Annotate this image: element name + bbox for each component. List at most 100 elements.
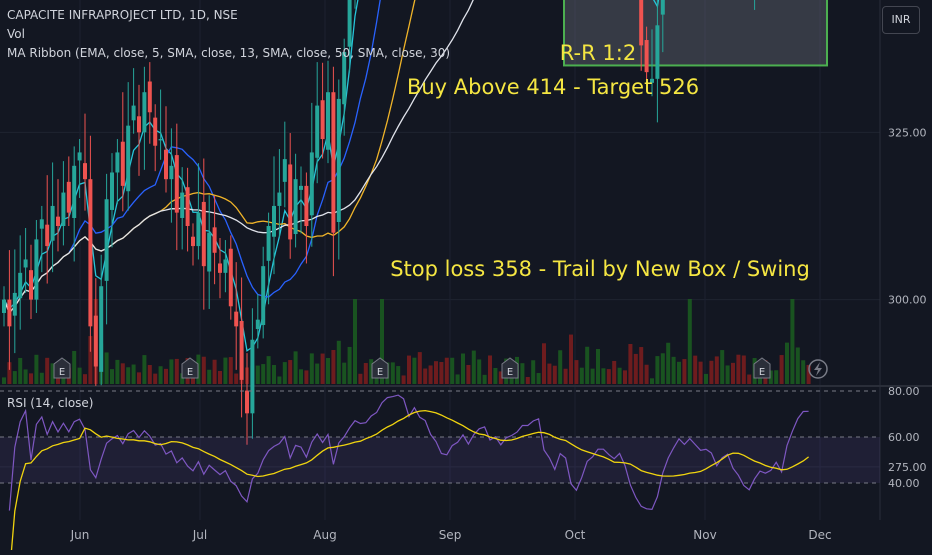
volume-bar <box>299 369 303 384</box>
volume-bar <box>266 356 271 384</box>
flash-bolt <box>814 362 822 376</box>
candle-body <box>115 152 120 173</box>
candle <box>234 262 239 370</box>
candle-body <box>660 0 665 15</box>
volume-bar <box>255 365 260 384</box>
volume-bar <box>12 371 17 384</box>
candle-body <box>45 224 50 247</box>
month-label: Nov <box>693 528 716 542</box>
candle <box>261 246 266 339</box>
volume-bar <box>741 355 746 384</box>
candle-body <box>347 0 352 47</box>
volume-bar <box>482 374 487 384</box>
currency-button[interactable]: INR <box>882 6 920 34</box>
rsi-tick-label: 60.00 <box>888 431 920 444</box>
candle-body <box>655 25 660 79</box>
candle <box>239 277 244 418</box>
volume-bar <box>347 346 352 384</box>
candle-body <box>228 248 233 307</box>
candle-body <box>147 81 152 113</box>
volume-bar <box>23 369 28 384</box>
candle-body <box>326 92 330 150</box>
candle <box>293 153 298 248</box>
candle-body <box>29 270 33 300</box>
candle <box>180 167 185 250</box>
earnings-marker-icon: E <box>371 357 389 379</box>
volume-bar <box>579 367 584 384</box>
volume-bar <box>682 359 687 384</box>
volume-bar <box>423 368 428 384</box>
candle <box>72 146 77 262</box>
price-chart[interactable]: EEEEE 275.00300.00325.00350.00375.00400.… <box>0 0 932 555</box>
candle-body <box>137 116 141 133</box>
earnings-marker-glyph: E <box>187 367 193 378</box>
earnings-marker-glyph: E <box>759 367 765 378</box>
volume-bar <box>520 363 525 384</box>
time-axis: Jun Jul Aug Sep Oct Nov Dec <box>70 528 832 542</box>
volume-bar <box>401 375 406 384</box>
buy-annotation: Buy Above 414 - Target 526 <box>407 75 699 99</box>
volume-bar <box>417 352 422 384</box>
volume-bar <box>455 374 460 384</box>
volume-bar <box>633 353 638 384</box>
volume-bar <box>83 374 87 384</box>
candle-body <box>126 125 131 192</box>
volume-bar <box>558 350 563 384</box>
volume-bar <box>606 369 611 384</box>
volume-bar <box>444 357 449 384</box>
volume-bar <box>272 365 276 384</box>
volume-bar <box>288 360 293 384</box>
volume-bar <box>126 367 131 384</box>
candle-body <box>212 227 217 253</box>
candle-body <box>639 0 644 46</box>
candle-body <box>185 187 190 227</box>
candle-body <box>309 152 314 216</box>
volume-bar <box>320 353 325 384</box>
candle <box>56 179 60 252</box>
volume-bar <box>142 355 147 384</box>
candle-body <box>223 259 228 273</box>
earnings-marker-glyph: E <box>507 367 513 378</box>
volume-bar <box>331 350 336 384</box>
volume-bar <box>390 362 395 384</box>
candle-body <box>83 163 87 180</box>
volume-bar <box>147 365 152 384</box>
volume-bar <box>779 355 784 384</box>
candle-body <box>261 266 266 326</box>
volume-bar <box>77 367 82 384</box>
volume-bar <box>39 372 44 384</box>
volume-bar <box>801 360 806 384</box>
candle <box>228 235 233 320</box>
candle <box>299 166 303 234</box>
volume-bar <box>358 373 363 384</box>
candle-body <box>23 259 28 268</box>
volume-bar <box>29 373 33 384</box>
candle-body <box>299 185 303 190</box>
volume-bar <box>137 372 141 384</box>
volume-bar <box>336 340 341 384</box>
candle-body <box>234 311 239 327</box>
candle <box>315 62 320 184</box>
price-tick-label: 300.00 <box>888 294 927 307</box>
earnings-marker-glyph: E <box>377 367 383 378</box>
volume-bar <box>218 370 222 384</box>
volume-bar <box>450 357 455 384</box>
candle <box>66 156 71 227</box>
candle <box>131 68 136 134</box>
volume-bar <box>617 367 622 384</box>
volume-bar <box>304 370 309 384</box>
candle-body <box>239 321 244 380</box>
candle <box>147 62 152 144</box>
volume-bar <box>644 364 649 384</box>
candle-body <box>320 100 325 140</box>
candle-body <box>2 299 6 313</box>
volume-bar <box>72 350 77 384</box>
volume-bar <box>677 361 681 384</box>
rsi-label: RSI (14, close) <box>7 396 94 410</box>
candle <box>309 102 314 247</box>
candle-body <box>39 219 44 229</box>
volume-bar <box>104 352 109 384</box>
candle <box>326 60 330 164</box>
chart-root[interactable]: EEEEE 275.00300.00325.00350.00375.00400.… <box>0 0 932 555</box>
price-tick-label: 325.00 <box>888 126 927 139</box>
